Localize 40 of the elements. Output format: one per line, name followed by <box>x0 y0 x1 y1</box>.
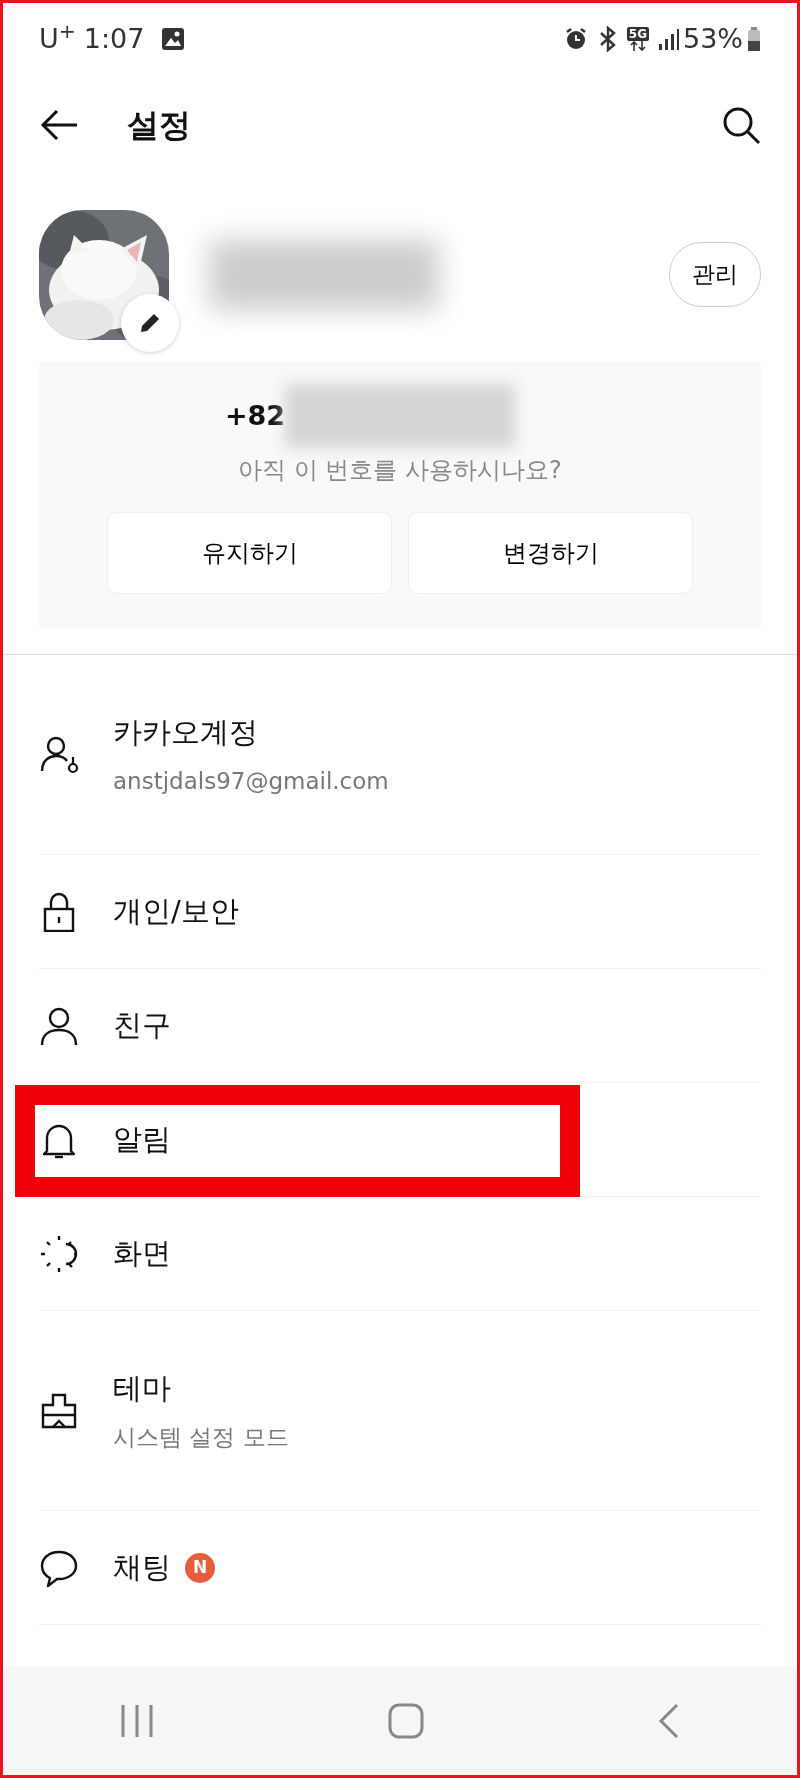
recent-apps-icon[interactable] <box>119 1703 156 1739</box>
phone-question: 아직 이 번호를 사용하시나요? <box>237 455 563 486</box>
network-label: 5G <box>626 27 649 51</box>
gallery-icon <box>160 26 187 52</box>
item-label: 테마 <box>113 1370 171 1405</box>
page-title: 설정 <box>127 105 191 146</box>
item-label: 알림 <box>113 1121 171 1156</box>
settings-item[interactable]: 알림 <box>39 1083 761 1197</box>
item-subtitle: 시스템 설정 모드 <box>113 1423 289 1452</box>
manage-button[interactable]: 관리 <box>669 242 761 307</box>
person-icon <box>39 1005 79 1046</box>
data-arrows-icon <box>629 41 646 51</box>
phone-prefix: +82 <box>224 398 286 433</box>
settings-item[interactable]: 채팅 N <box>39 1511 761 1625</box>
settings-item[interactable]: 화면 <box>39 1197 761 1311</box>
settings-item[interactable]: 카카오계정 anstjdals97@gmail.com <box>39 655 761 855</box>
item-label: 카카오계정 <box>113 714 258 749</box>
battery-percent: 53% <box>683 21 743 56</box>
account-icon <box>39 734 79 775</box>
home-icon[interactable] <box>388 1703 424 1739</box>
brightness-icon <box>39 1233 79 1274</box>
carrier-text: U$^{+}$ <box>39 18 76 56</box>
new-badge: N <box>185 1552 215 1583</box>
settings-item[interactable]: 친구 <box>39 969 761 1083</box>
settings-item[interactable]: 테마 시스템 설정 모드 <box>39 1311 761 1511</box>
edit-photo-button[interactable] <box>121 293 179 352</box>
signal-icon <box>657 27 679 51</box>
clock-text: 1:07 <box>83 21 145 56</box>
item-subtitle: anstjdals97@gmail.com <box>113 767 389 796</box>
back-icon[interactable] <box>656 1703 681 1739</box>
change-button[interactable]: 변경하기 <box>408 512 693 594</box>
keep-button[interactable]: 유지하기 <box>107 512 392 594</box>
item-label: 친구 <box>113 1007 171 1042</box>
settings-item[interactable]: 개인/보안 <box>39 855 761 969</box>
item-label: 개인/보안 <box>113 893 239 928</box>
item-label: 채팅 <box>113 1549 171 1584</box>
search-icon[interactable] <box>721 105 761 145</box>
item-label: 화면 <box>113 1235 171 1270</box>
back-arrow-icon[interactable] <box>39 108 79 142</box>
battery-icon <box>747 26 761 52</box>
